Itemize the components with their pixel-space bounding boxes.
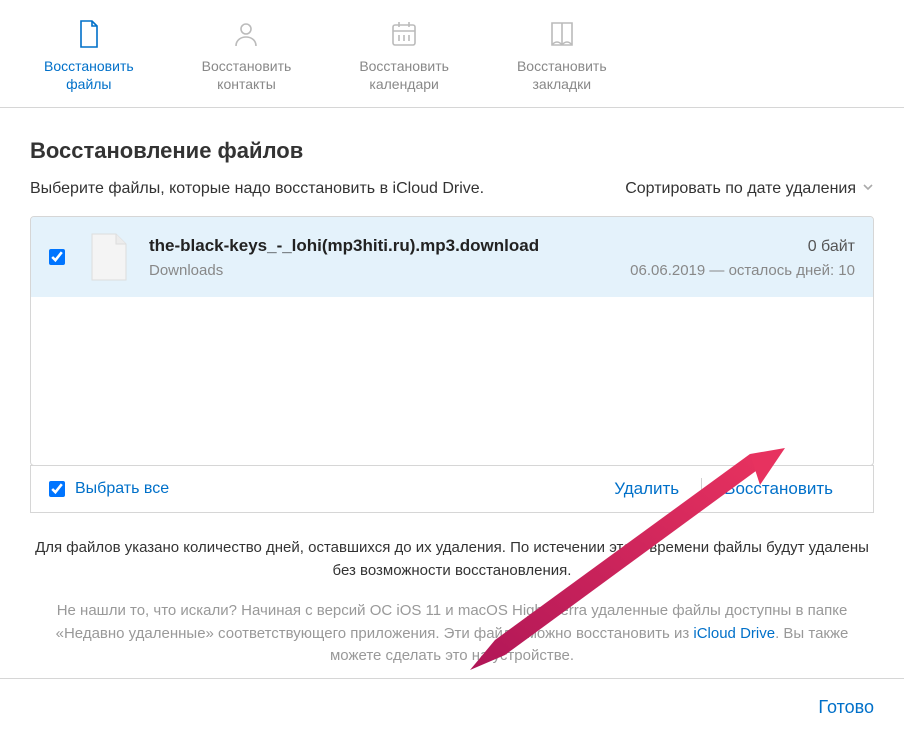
restore-button[interactable]: Восстановить	[702, 479, 855, 499]
select-all[interactable]: Выбрать все	[49, 480, 169, 498]
file-folder: Downloads	[149, 262, 223, 279]
file-name: the-black-keys_-_lohi(mp3hiti.ru).mp3.do…	[149, 236, 539, 256]
file-type-icon	[87, 231, 131, 283]
done-button[interactable]: Готово	[818, 697, 874, 718]
tab-restore-calendars[interactable]: Восстановитькалендари	[345, 10, 463, 107]
footer-p2: Не нашли то, что искали? Начиная с верси…	[30, 600, 874, 668]
tab-label: Восстановитьфайлы	[44, 58, 134, 93]
file-checkbox[interactable]	[49, 249, 65, 265]
tab-restore-bookmarks[interactable]: Восстановитьзакладки	[503, 10, 621, 107]
file-list: the-black-keys_-_lohi(mp3hiti.ru).mp3.do…	[30, 216, 874, 466]
tab-label: Восстановитькалендари	[359, 58, 449, 93]
delete-button[interactable]: Удалить	[592, 479, 701, 499]
tab-restore-files[interactable]: Восстановитьфайлы	[30, 10, 148, 107]
section-description: Выберите файлы, которые надо восстановит…	[30, 180, 484, 198]
file-row[interactable]: the-black-keys_-_lohi(mp3hiti.ru).mp3.do…	[31, 217, 873, 297]
tab-bar: Восстановитьфайлы Восстановитьконтакты В…	[0, 0, 904, 108]
tab-label: Восстановитьзакладки	[517, 58, 607, 93]
content-area: Восстановление файлов Выберите файлы, ко…	[0, 108, 904, 513]
done-bar: Готово	[0, 678, 904, 736]
file-info: the-black-keys_-_lohi(mp3hiti.ru).mp3.do…	[149, 236, 855, 279]
tab-restore-contacts[interactable]: Восстановитьконтакты	[188, 10, 306, 107]
sort-dropdown[interactable]: Сортировать по дате удаления	[625, 180, 874, 198]
select-all-label: Выбрать все	[75, 480, 169, 498]
select-all-checkbox[interactable]	[49, 481, 65, 497]
footer-text: Для файлов указано количество дней, оста…	[0, 513, 904, 668]
calendar-icon	[386, 16, 422, 52]
contact-icon	[228, 16, 264, 52]
action-bar: Выбрать все Удалить Восстановить	[30, 465, 874, 513]
footer-p1: Для файлов указано количество дней, оста…	[30, 537, 874, 582]
sort-label: Сортировать по дате удаления	[625, 180, 856, 198]
file-icon	[71, 16, 107, 52]
tab-label: Восстановитьконтакты	[202, 58, 292, 93]
section-header-row: Выберите файлы, которые надо восстановит…	[30, 180, 874, 198]
chevron-down-icon	[862, 180, 874, 198]
bookmark-icon	[544, 16, 580, 52]
file-size: 0 байт	[808, 238, 855, 256]
icloud-drive-link[interactable]: iCloud Drive	[693, 625, 775, 642]
section-title: Восстановление файлов	[30, 138, 874, 164]
file-date-info: 06.06.2019 — осталось дней: 10	[630, 262, 855, 279]
